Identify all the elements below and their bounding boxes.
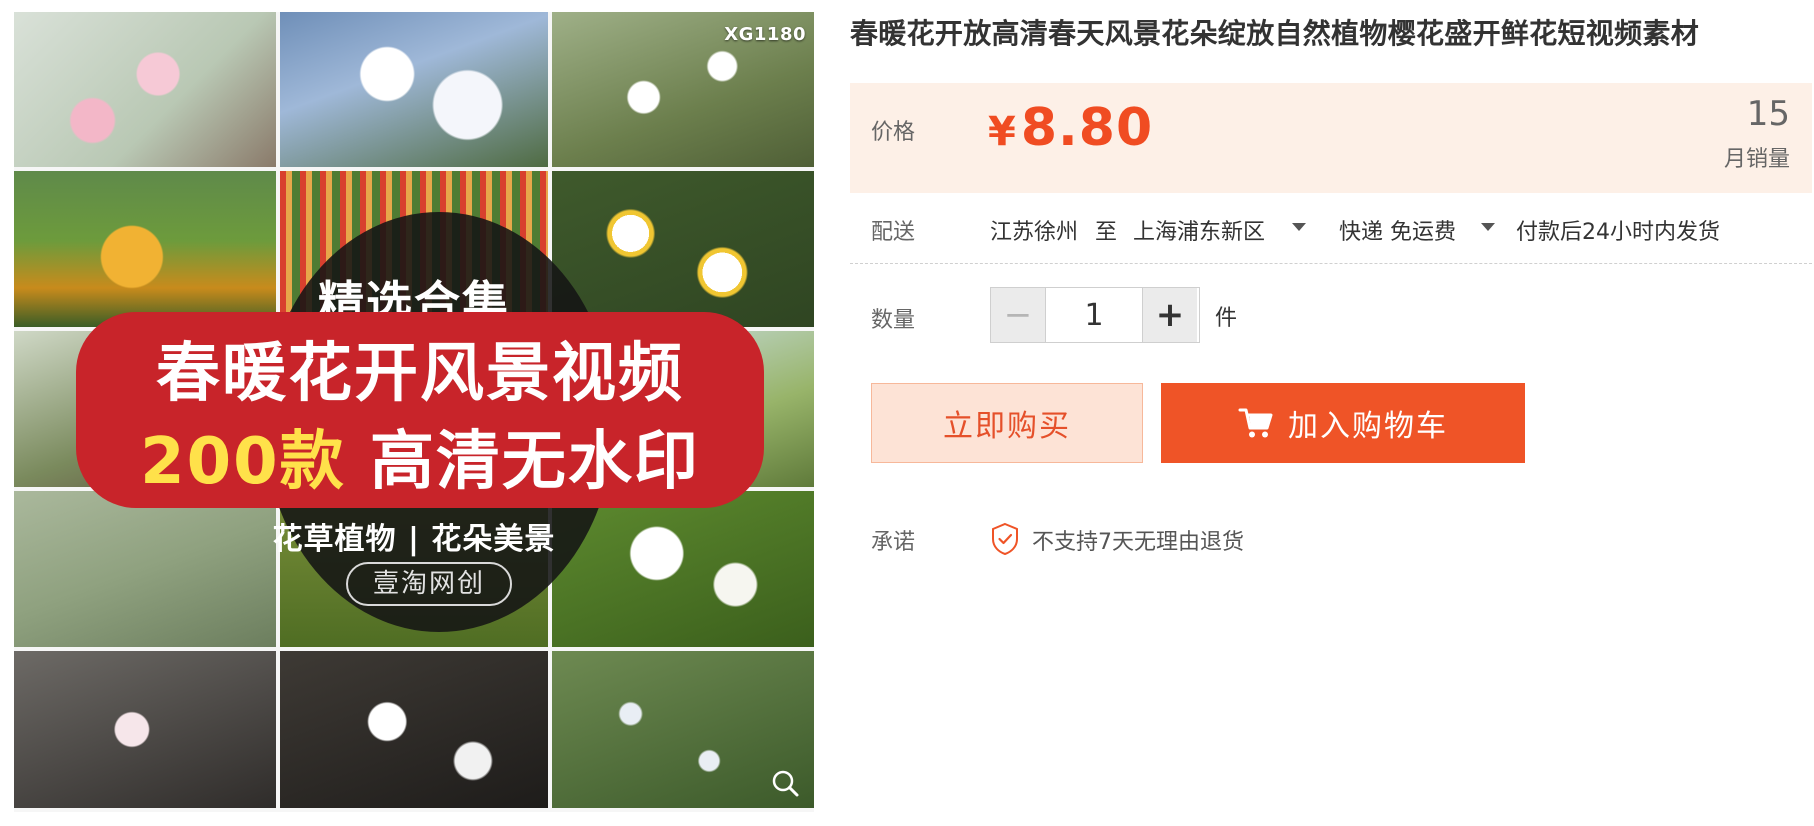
collage-tile bbox=[280, 12, 548, 167]
price-value: ¥8.80 bbox=[988, 98, 1153, 158]
caret-down-icon[interactable] bbox=[1292, 223, 1306, 231]
price-label: 价格 bbox=[871, 120, 916, 145]
banner-subtitle: 200款 高清无水印 bbox=[76, 410, 764, 502]
quantity-label: 数量 bbox=[871, 308, 916, 333]
add-to-cart-label: 加入购物车 bbox=[1288, 409, 1448, 444]
guarantee-label: 承诺 bbox=[871, 530, 916, 555]
zoom-icon[interactable] bbox=[770, 768, 800, 798]
collage-tile bbox=[280, 651, 548, 808]
product-title: 春暖花开放高清春天风景花朵绽放自然植物樱花盛开鲜花短视频素材 bbox=[850, 17, 1700, 50]
collage-tile bbox=[14, 12, 276, 167]
quantity-input[interactable]: 1 bbox=[1045, 288, 1143, 342]
destination-select[interactable]: 上海浦东新区 bbox=[1133, 214, 1265, 246]
collage-tile bbox=[14, 651, 276, 808]
currency-symbol: ¥ bbox=[988, 109, 1017, 155]
price-amount: 8.80 bbox=[1020, 98, 1154, 158]
delivery-label: 配送 bbox=[871, 220, 916, 245]
guarantee-text: 不支持7天无理由退货 bbox=[1032, 530, 1244, 555]
ship-to-word: 至 bbox=[1095, 220, 1118, 245]
shipping-method-select[interactable]: 快递 免运费 bbox=[1339, 214, 1456, 246]
ship-from: 江苏徐州 bbox=[990, 220, 1079, 245]
banner-title: 春暖花开风景视频 bbox=[156, 337, 684, 411]
caret-down-icon[interactable] bbox=[1481, 223, 1495, 231]
increment-button[interactable]: + bbox=[1143, 288, 1197, 342]
quantity-unit: 件 bbox=[1215, 306, 1238, 331]
circle-subtitle: 花草植物 | 花朵美景 bbox=[272, 522, 556, 557]
banner-count: 200款 bbox=[140, 425, 346, 499]
product-main-image[interactable]: XG1180 精选合集 春暖花开风景视频 200款 高清无水印 花草植物 | 花… bbox=[14, 12, 814, 812]
buy-now-button[interactable]: 立即购买 bbox=[871, 383, 1143, 463]
buy-now-label: 立即购买 bbox=[943, 409, 1071, 444]
product-code: XG1180 bbox=[724, 24, 806, 45]
cart-icon bbox=[1238, 408, 1273, 438]
shipping-promise: 付款后24小时内发货 bbox=[1516, 220, 1720, 245]
monthly-sales-count: 15 bbox=[1746, 94, 1790, 134]
decrement-button[interactable]: − bbox=[991, 288, 1045, 342]
add-to-cart-button[interactable]: 加入购物车 bbox=[1161, 383, 1525, 463]
brand-pill: 壹淘网创 bbox=[346, 562, 512, 606]
banner-quality: 高清无水印 bbox=[369, 425, 700, 499]
divider bbox=[850, 263, 1812, 264]
monthly-sales-label: 月销量 bbox=[1723, 147, 1790, 172]
shield-check-icon bbox=[992, 522, 1018, 556]
quantity-stepper: − 1 + bbox=[990, 287, 1200, 343]
